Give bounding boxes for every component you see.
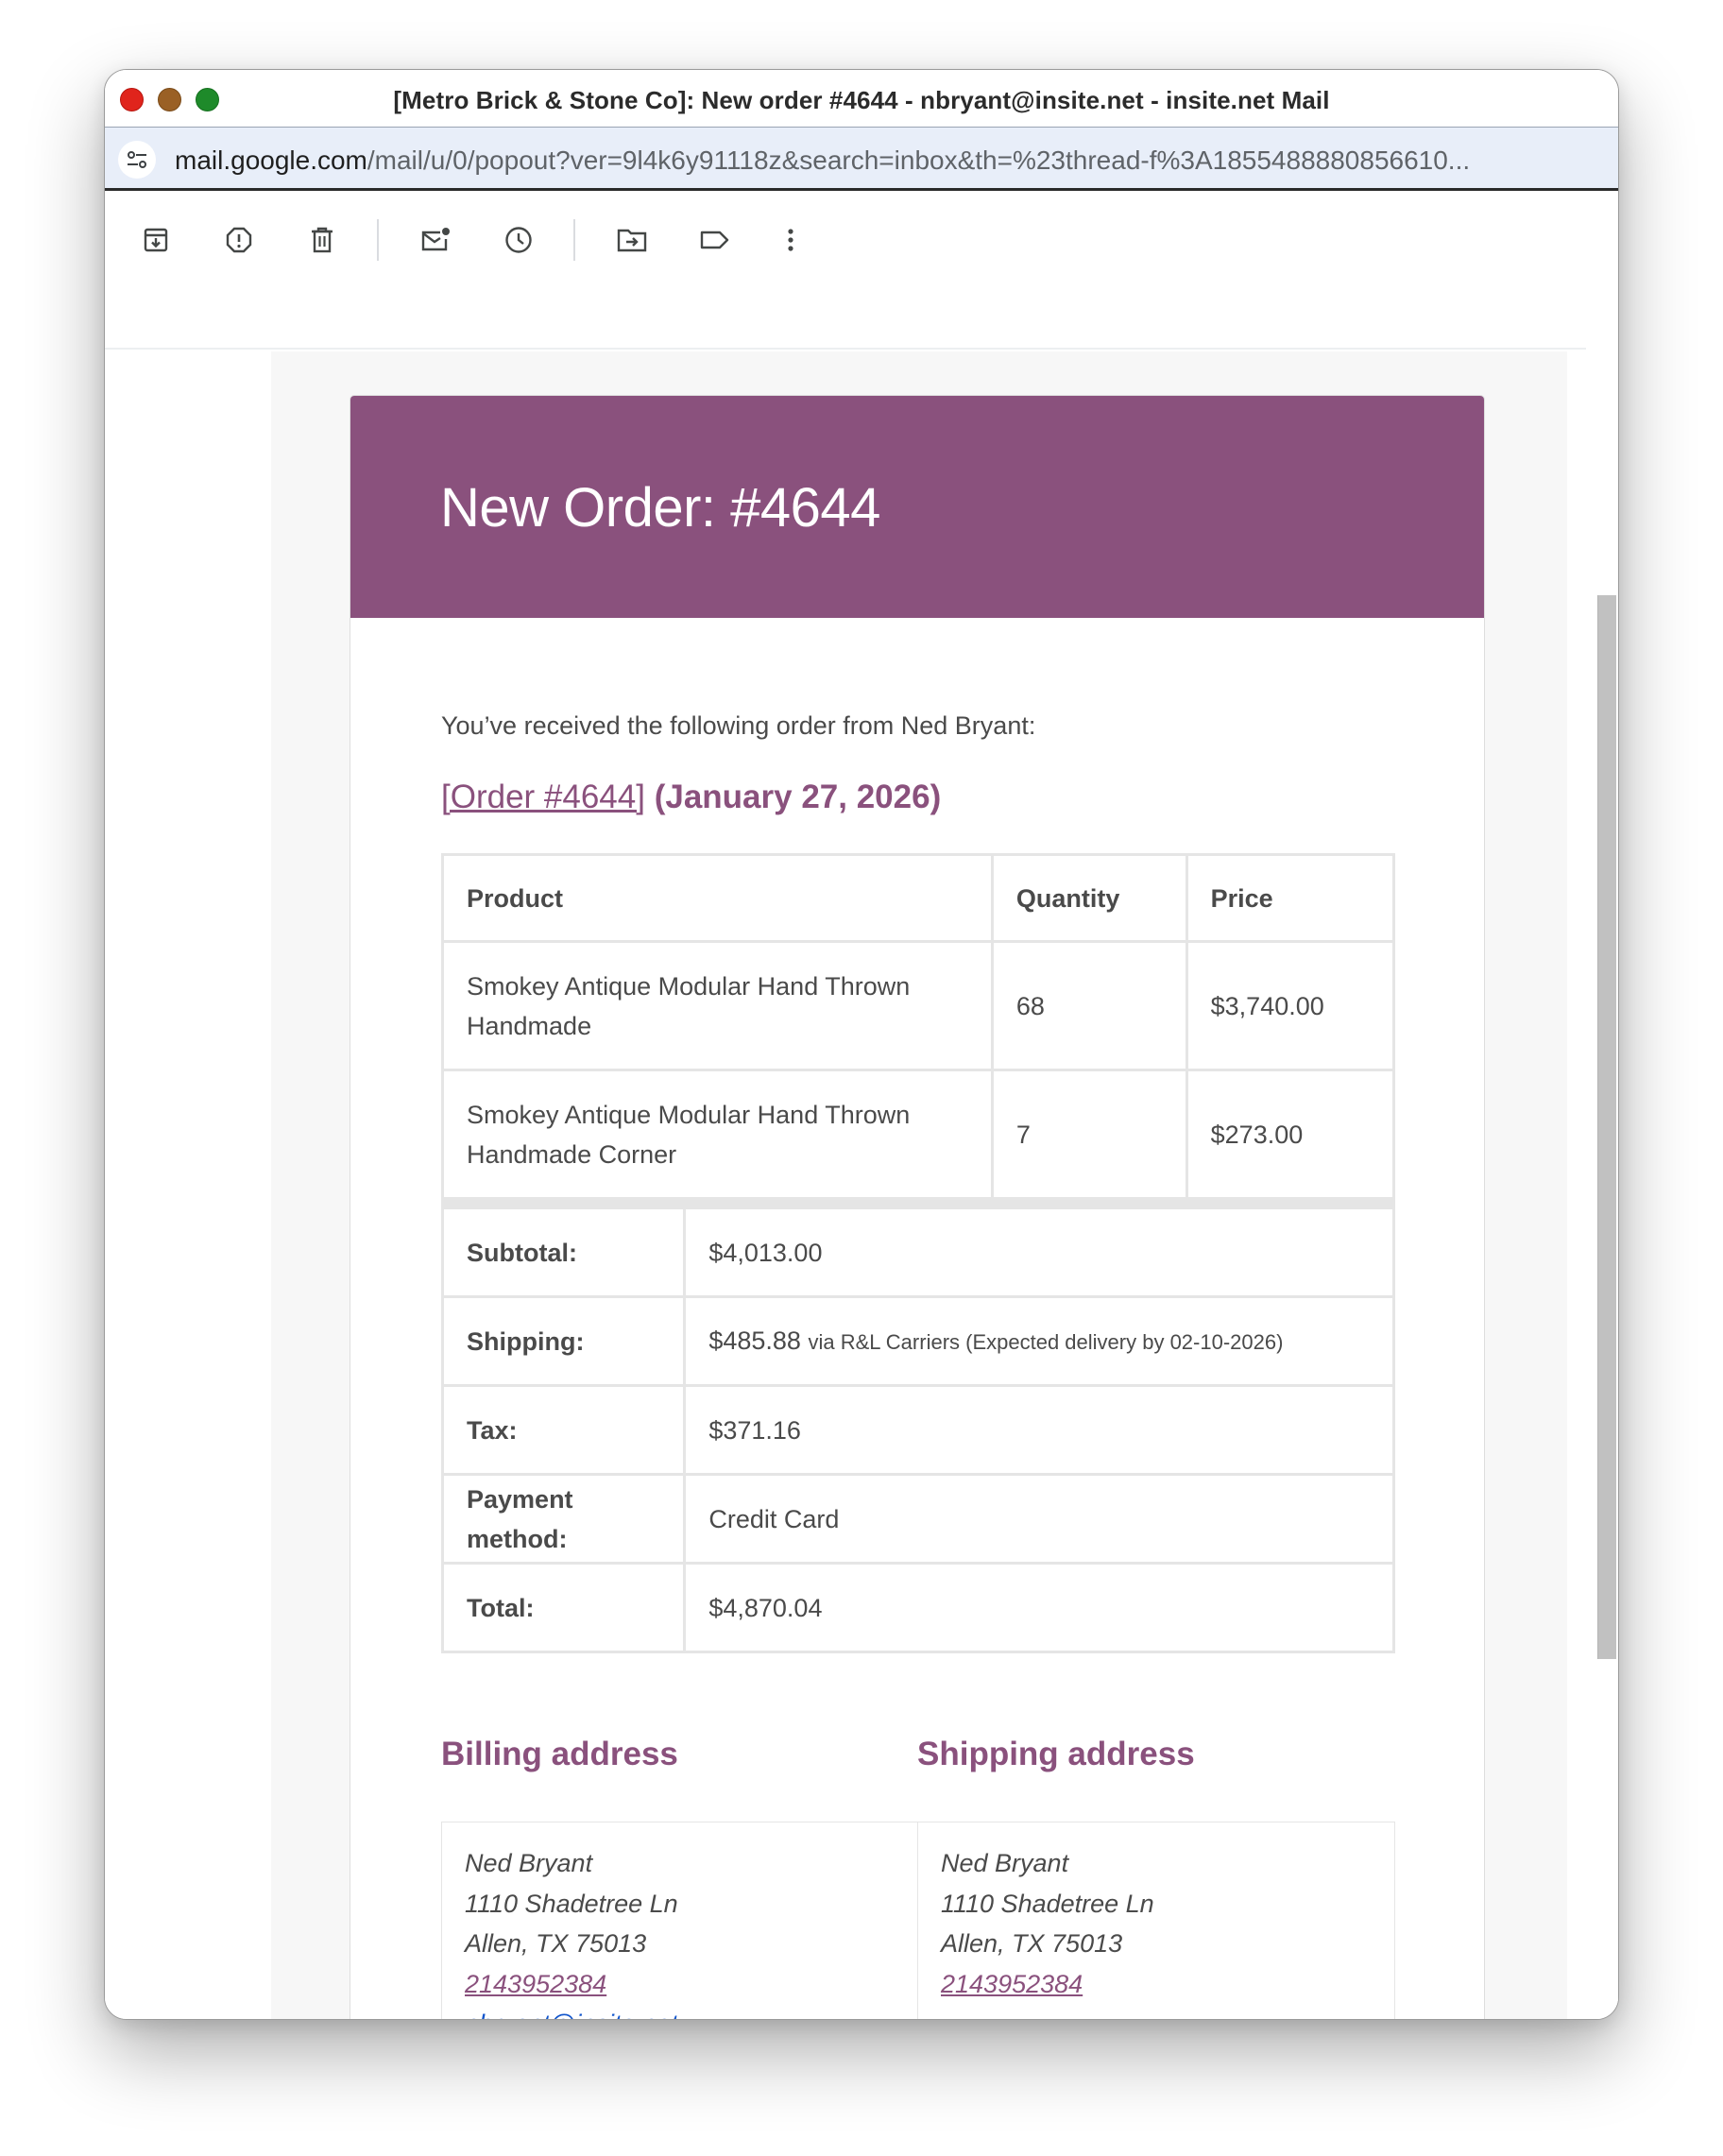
shipping-street: 1110 Shadetree Ln (941, 1889, 1154, 1918)
snooze-icon[interactable] (498, 219, 539, 261)
column-header-quantity: Quantity (990, 853, 1188, 943)
order-link[interactable]: [Order #4644] (441, 779, 645, 815)
tax-value: $371.16 (683, 1384, 1395, 1476)
payment-method-label: Payment method: (440, 1473, 687, 1565)
product-price: $3,740.00 (1185, 940, 1396, 1071)
table-row: Smokey Antique Modular Hand Thrown Handm… (441, 940, 1396, 1071)
product-quantity: 7 (990, 1069, 1188, 1200)
billing-street: 1110 Shadetree Ln (465, 1889, 678, 1918)
shipping-row: Shipping: $485.88 via R&L Carriers (Expe… (440, 1295, 1395, 1387)
title-bar: [Metro Brick & Stone Co]: New order #464… (105, 70, 1618, 127)
email-header-banner: New Order: #4644 (350, 396, 1484, 618)
total-label: Total: (440, 1562, 687, 1653)
scrollbar[interactable] (1595, 351, 1618, 2019)
shipping-method-note: via R&L Carriers (Expected delivery by 0… (808, 1329, 1284, 1354)
order-heading: [Order #4644] (January 27, 2026) (441, 779, 941, 816)
total-value: $4,870.04 (683, 1562, 1395, 1653)
payment-method-row: Payment method: Credit Card (440, 1473, 1395, 1565)
url-text[interactable]: mail.google.com/mail/u/0/popout?ver=9l4k… (175, 145, 1580, 176)
shipping-address-heading: Shipping address (917, 1736, 1195, 1772)
shipping-address-box: Ned Bryant 1110 Shadetree Ln Allen, TX 7… (917, 1822, 1395, 2019)
order-date: (January 27, 2026) (654, 779, 942, 815)
address-bar[interactable]: mail.google.com/mail/u/0/popout?ver=9l4k… (105, 127, 1618, 191)
intro-text: You’ve received the following order from… (441, 711, 1036, 740)
delete-icon[interactable] (301, 219, 343, 261)
total-row: Total: $4,870.04 (440, 1562, 1395, 1653)
mail-popout-window: [Metro Brick & Stone Co]: New order #464… (104, 69, 1619, 2020)
product-name: Smokey Antique Modular Hand Thrown Handm… (441, 940, 994, 1071)
archive-icon[interactable] (135, 219, 177, 261)
shipping-name: Ned Bryant (941, 1849, 1069, 1877)
subtotal-row: Subtotal: $4,013.00 (440, 1206, 1395, 1298)
label-icon[interactable] (694, 219, 736, 261)
move-to-icon[interactable] (611, 219, 653, 261)
toolbar-divider (377, 219, 379, 261)
billing-name: Ned Bryant (465, 1849, 593, 1877)
billing-phone-link[interactable]: 2143952384 (465, 1964, 895, 2005)
table-row: Smokey Antique Modular Hand Thrown Handm… (441, 1069, 1396, 1200)
subtotal-label: Subtotal: (440, 1206, 687, 1298)
more-icon[interactable] (770, 219, 811, 261)
billing-address-heading: Billing address (441, 1736, 678, 1772)
mail-toolbar (105, 191, 1618, 351)
product-price: $273.00 (1185, 1069, 1396, 1200)
billing-city: Allen, TX 75013 (465, 1929, 647, 1958)
shipping-city: Allen, TX 75013 (941, 1929, 1123, 1958)
report-spam-icon[interactable] (218, 219, 260, 261)
payment-method-value: Credit Card (683, 1473, 1395, 1565)
column-header-product: Product (441, 853, 994, 943)
table-divider (442, 1198, 1394, 1208)
toolbar-bottom-divider (105, 348, 1586, 350)
column-header-price: Price (1185, 853, 1396, 943)
site-settings-icon[interactable] (118, 141, 156, 179)
shipping-phone-link[interactable]: 2143952384 (941, 1964, 1372, 2005)
shipping-cell: $485.88 via R&L Carriers (Expected deliv… (683, 1295, 1395, 1387)
scrollbar-thumb[interactable] (1597, 595, 1616, 1659)
tax-label: Tax: (440, 1384, 687, 1476)
billing-email-link[interactable]: nbryant@insite.net (465, 2004, 895, 2019)
order-table: Product Quantity Price Smokey Antique Mo… (440, 853, 1396, 1653)
url-path: /mail/u/0/popout?ver=9l4k6y91118z&search… (367, 145, 1471, 175)
shipping-value: $485.88 (708, 1326, 801, 1355)
email-header-title: New Order: #4644 (440, 477, 880, 539)
product-name: Smokey Antique Modular Hand Thrown Handm… (441, 1069, 994, 1200)
shipping-label: Shipping: (440, 1295, 687, 1387)
mark-unread-icon[interactable] (415, 219, 456, 261)
message-content-area: New Order: #4644 You’ve received the fol… (105, 351, 1618, 2019)
window-title: [Metro Brick & Stone Co]: New order #464… (393, 86, 1330, 114)
tax-row: Tax: $371.16 (440, 1384, 1395, 1476)
billing-address-box: Ned Bryant 1110 Shadetree Ln Allen, TX 7… (441, 1822, 918, 2019)
toolbar-divider (573, 219, 575, 261)
product-quantity: 68 (990, 940, 1188, 1071)
url-domain: mail.google.com (175, 145, 367, 175)
subtotal-value: $4,013.00 (683, 1206, 1395, 1298)
table-header-row: Product Quantity Price (441, 853, 1396, 943)
order-email: New Order: #4644 You’ve received the fol… (350, 395, 1485, 2019)
